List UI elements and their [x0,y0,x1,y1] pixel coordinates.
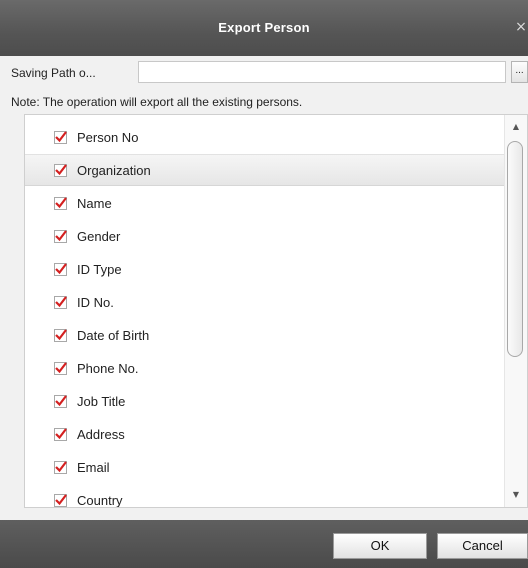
list-item-label: Gender [77,228,121,244]
checkbox[interactable] [54,328,67,342]
list-item[interactable]: ID No. [25,286,505,318]
list-item[interactable]: Person No [25,121,505,153]
list-item[interactable]: ID Type [25,253,505,285]
check-icon [55,460,67,472]
checkbox[interactable] [54,262,67,276]
list-item-label: Name [77,195,112,211]
export-note: Note: The operation will export all the … [11,95,303,109]
list-item-label: Job Title [77,393,126,409]
check-icon [55,328,67,340]
check-icon [55,361,67,373]
list-item[interactable]: Email [25,451,505,483]
browse-button[interactable]: ... [511,61,528,83]
field-list: Person No Organization Name Gender ID Type ID… [24,114,528,508]
vertical-scrollbar[interactable]: ▲ ▼ [504,115,527,507]
list-item[interactable]: Address [25,418,505,450]
check-icon [55,196,67,208]
check-icon [55,493,67,505]
cancel-button[interactable]: Cancel [437,533,528,559]
export-person-dialog: Export Person × Saving Path o... ... Not… [0,0,528,568]
check-icon [55,130,67,142]
checkbox[interactable] [54,295,67,309]
scroll-up-icon[interactable]: ▲ [505,119,527,135]
list-item[interactable]: Job Title [25,385,505,417]
list-item-label: Phone No. [77,360,139,376]
close-icon[interactable]: × [514,20,528,34]
ok-button[interactable]: OK [333,533,427,559]
list-item[interactable]: Phone No. [25,352,505,384]
checkbox[interactable] [54,130,67,144]
list-item[interactable]: Name [25,187,505,219]
list-item[interactable]: Gender [25,220,505,252]
checkbox[interactable] [54,427,67,441]
list-item-label: Address [77,426,125,442]
list-item-label: Person No [77,129,139,145]
check-icon [55,163,67,175]
check-icon [55,394,67,406]
checkbox[interactable] [54,460,67,474]
saving-path-input[interactable] [138,61,506,83]
scroll-thumb[interactable] [507,141,523,357]
list-item[interactable]: Country [25,484,505,508]
saving-path-row: Saving Path o... ... [10,60,528,86]
list-item[interactable]: Date of Birth [25,319,505,351]
list-item-label: Email [77,459,110,475]
check-icon [55,427,67,439]
list-item-label: Country [77,492,123,508]
title-bar: Export Person × [0,0,528,56]
check-icon [55,295,67,307]
checkbox[interactable] [54,394,67,408]
checkbox[interactable] [54,196,67,210]
list-item-label: Date of Birth [77,327,150,343]
list-item-label: ID Type [77,261,122,277]
list-item-label: Organization [77,162,151,178]
scroll-down-icon[interactable]: ▼ [505,487,527,503]
list-item-label: ID No. [77,294,114,310]
list-item[interactable]: Organization [25,154,505,186]
check-icon [55,262,67,274]
checkbox[interactable] [54,163,67,177]
check-icon [55,229,67,241]
saving-path-label: Saving Path o... [11,66,96,80]
checkbox[interactable] [54,493,67,507]
checkbox[interactable] [54,229,67,243]
dialog-title: Export Person [218,20,310,35]
checkbox[interactable] [54,361,67,375]
